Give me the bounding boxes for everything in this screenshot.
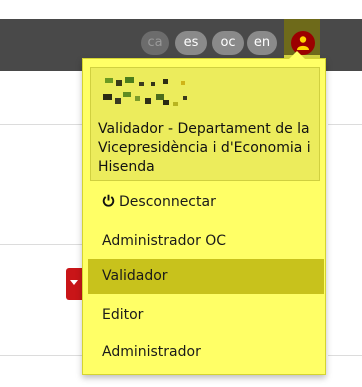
power-icon bbox=[102, 194, 115, 207]
divider bbox=[0, 124, 84, 125]
menu-item-label: Administrador bbox=[102, 344, 201, 360]
menu-item-label: Validador bbox=[102, 268, 168, 284]
dropdown-caret bbox=[289, 51, 305, 59]
user-info-box: Validador - Departament de la Vicepresid… bbox=[90, 67, 320, 181]
user-icon bbox=[297, 36, 309, 50]
language-oc[interactable]: oc bbox=[212, 31, 244, 55]
logout-menu-item[interactable]: Desconnectar bbox=[88, 185, 324, 220]
divider bbox=[0, 355, 84, 356]
page: ca es oc en Validador - Departament de l… bbox=[0, 0, 362, 387]
user-role-text: Validador - Departament de la Vicepresid… bbox=[98, 121, 311, 175]
menu-item-label: Editor bbox=[102, 307, 144, 323]
role-editor[interactable]: Editor bbox=[88, 298, 324, 333]
language-ca[interactable]: ca bbox=[141, 31, 169, 55]
menu-item-label: Desconnectar bbox=[119, 194, 216, 210]
user-avatar-image bbox=[101, 76, 201, 116]
role-validador[interactable]: Validador bbox=[88, 259, 324, 294]
language-es[interactable]: es bbox=[175, 31, 207, 55]
menu-item-label: Administrador OC bbox=[102, 233, 227, 249]
divider bbox=[328, 355, 362, 356]
divider bbox=[328, 124, 362, 125]
divider bbox=[0, 244, 84, 245]
user-dropdown-menu: Validador - Departament de la Vicepresid… bbox=[82, 51, 326, 375]
role-administrador-oc[interactable]: Administrador OC bbox=[88, 224, 324, 259]
role-administrador[interactable]: Administrador bbox=[88, 335, 324, 370]
action-dropdown-button[interactable] bbox=[66, 268, 82, 300]
language-en[interactable]: en bbox=[247, 31, 277, 55]
